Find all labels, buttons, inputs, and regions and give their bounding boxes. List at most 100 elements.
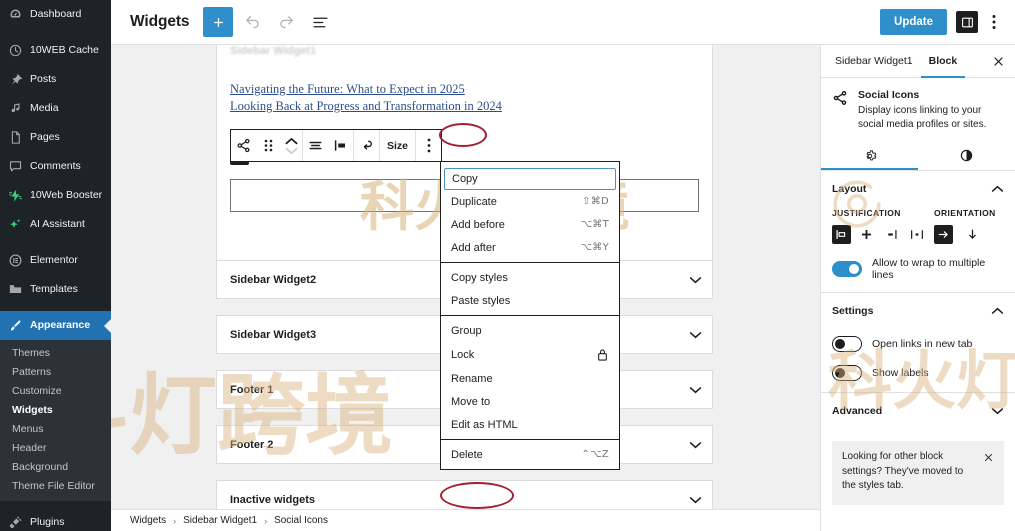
menu-item-shortcut: ⌥⌘T [580,219,609,230]
show-labels-toggle[interactable] [832,365,862,381]
sidebar-item-label: Pages [30,131,60,144]
block-toolbar: Size [230,129,443,162]
menu-item-rename[interactable]: Rename [441,367,619,390]
section-settings-header[interactable]: Settings [821,293,1015,330]
post-link-2[interactable]: Looking Back at Progress and Transformat… [230,98,699,115]
menu-item-move-to[interactable]: Move to [441,390,619,413]
sidebar-divider [0,501,111,508]
chevron-down-icon[interactable] [689,441,702,449]
sidebar-item-templates[interactable]: Templates [0,275,111,304]
chevron-down-icon[interactable] [689,496,702,504]
breadcrumb-separator: › [173,515,177,526]
context-menu-group-0: Copy Duplicate ⇧⌘D Add before ⌥⌘T Add after ⌥⌘… [441,165,619,263]
block-inserter-button[interactable] [203,7,234,37]
sidebar-divider [0,29,111,36]
menu-item-copy[interactable]: Copy [444,168,616,190]
menu-item-group[interactable]: Group [441,319,619,342]
justify-left-icon[interactable] [328,130,353,161]
chevron-down-icon[interactable] [689,331,702,339]
undo-icon[interactable] [237,7,267,37]
sidebar-item-pages[interactable]: Pages [0,123,111,152]
sidebar-item-label: Media [30,102,59,115]
drag-handle-icon[interactable] [256,130,281,161]
post-link-1[interactable]: Navigating the Future: What to Expect in… [230,81,699,98]
arrow-right-icon[interactable] [934,225,953,244]
link-icon[interactable] [354,130,379,161]
menu-item-paste-styles[interactable]: Paste styles [441,289,619,312]
menu-item-copy-styles[interactable]: Copy styles [441,266,619,289]
sidebar-item-comments[interactable]: Comments [0,152,111,181]
chevron-down-icon[interactable] [285,146,298,155]
tab-settings[interactable] [821,141,918,170]
sidebar-item-appearance[interactable]: Appearance [0,311,111,340]
more-options-vertical-icon[interactable] [416,130,441,161]
menu-item-delete[interactable]: Delete ⌃⌥Z [441,443,619,466]
chevron-up-icon[interactable] [285,137,298,146]
menu-item-add-after[interactable]: Add after ⌥⌘Y [441,236,619,259]
sidebar-item-ai-assistant[interactable]: AI Assistant [0,210,111,239]
update-button[interactable]: Update [880,9,947,35]
align-center-icon[interactable] [303,130,328,161]
widget-row-4[interactable]: Inactive widgets [216,480,713,509]
open-links-toggle[interactable] [832,336,862,352]
submenu-item-themes[interactable]: Themes [0,343,111,362]
folder-icon [8,282,23,297]
submenu-item-menus[interactable]: Menus [0,419,111,438]
social-icons-icon[interactable] [231,130,256,161]
block-card-description: Display icons linking to your social med… [858,105,987,130]
menu-item-lock[interactable]: Lock [441,342,619,367]
submenu-item-widgets[interactable]: Widgets [0,400,111,419]
justify-left-icon[interactable] [832,225,851,244]
size-button[interactable]: Size [380,130,415,161]
menu-item-label: Delete [451,448,483,461]
move-block-arrows[interactable] [281,137,302,155]
sidebar-item-elementor[interactable]: Elementor [0,246,111,275]
chevron-up-icon[interactable] [991,302,1004,320]
submenu-item-background[interactable]: Background [0,457,111,476]
more-options-icon[interactable] [984,9,1004,35]
space-between-icon[interactable] [907,225,926,244]
submenu-item-theme-file-editor[interactable]: Theme File Editor [0,476,111,495]
menu-item-label: Rename [451,372,493,385]
notice-text: Looking for other block settings? They'v… [842,451,964,491]
submenu-item-customize[interactable]: Customize [0,381,111,400]
submenu-item-patterns[interactable]: Patterns [0,362,111,381]
close-icon[interactable] [983,450,995,494]
tab-styles[interactable] [918,141,1015,170]
social-icons-icon [832,89,849,132]
widget-row-label: Inactive widgets [230,493,315,506]
section-advanced-header[interactable]: Advanced [821,393,1015,430]
sidebar-item-label: 10Web Booster [30,189,103,202]
sidebar-item-posts[interactable]: Posts [0,65,111,94]
chevron-down-icon[interactable] [689,386,702,394]
sidebar-item-plugins[interactable]: Plugins [0,508,111,531]
close-icon[interactable] [987,50,1009,72]
sidebar-item-label: Plugins [30,516,65,529]
chevron-down-icon[interactable] [689,276,702,284]
section-layout-header[interactable]: Layout [821,171,1015,208]
list-view-icon[interactable] [305,7,335,37]
sidebar-item-media[interactable]: Media [0,94,111,123]
settings-sidebar-icon[interactable] [956,11,978,33]
tab-block[interactable]: Block [921,45,966,78]
justify-right-icon[interactable] [882,225,901,244]
breadcrumb-item-1[interactable]: Sidebar Widget1 [183,515,257,526]
sidebar-item-10web-cache[interactable]: 10WEB Cache [0,36,111,65]
chevron-down-icon[interactable] [991,402,1004,420]
sidebar-item-dashboard[interactable]: Dashboard [0,0,111,29]
submenu-item-header[interactable]: Header [0,438,111,457]
chevron-up-icon[interactable] [991,180,1004,198]
menu-item-edit-as-html[interactable]: Edit as HTML [441,413,619,436]
arrow-down-icon[interactable] [963,225,982,244]
breadcrumb-item-0[interactable]: Widgets [130,515,166,526]
menu-item-duplicate[interactable]: Duplicate ⇧⌘D [441,190,619,213]
breadcrumb-separator: › [264,515,268,526]
sidebar-item-10web-booster[interactable]: 10Web Booster [0,181,111,210]
tab-sidebar-widget1[interactable]: Sidebar Widget1 [827,45,921,78]
menu-item-shortcut: ⌥⌘Y [580,242,609,253]
wrap-toggle[interactable] [832,261,862,277]
breadcrumb-item-2[interactable]: Social Icons [274,515,328,526]
justify-center-icon[interactable] [857,225,876,244]
menu-item-add-before[interactable]: Add before ⌥⌘T [441,213,619,236]
redo-icon[interactable] [271,7,301,37]
